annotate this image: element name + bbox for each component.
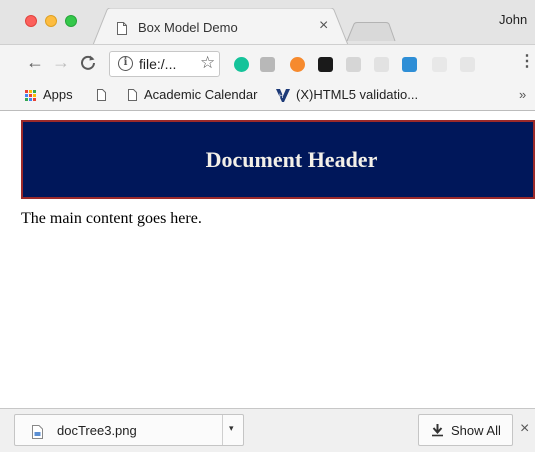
toolbar: ← → i file:/... ☆ ⋮: [0, 44, 535, 81]
download-icon: [432, 424, 443, 437]
address-bar[interactable]: i file:/... ☆: [109, 51, 220, 77]
show-all-button[interactable]: Show All: [418, 414, 513, 446]
grammarly-icon[interactable]: [234, 57, 249, 72]
blue-extension-icon[interactable]: [402, 57, 417, 72]
window-minimize-button[interactable]: [45, 15, 57, 27]
close-icon[interactable]: ×: [520, 421, 529, 437]
page-icon: [97, 89, 106, 101]
es-extension-icon[interactable]: [460, 57, 475, 72]
chevron-down-icon[interactable]: ▾: [229, 423, 234, 434]
url-text[interactable]: file:/...: [139, 56, 176, 72]
back-arrow-icon[interactable]: ←: [26, 53, 44, 71]
menu-icon[interactable]: ⋮: [519, 54, 535, 70]
star-icon[interactable]: ☆: [200, 54, 215, 72]
title-bar: Box Model Demo × John: [0, 0, 535, 45]
image-file-icon: [32, 425, 43, 439]
tab-box-model-demo[interactable]: Box Model Demo ×: [93, 8, 348, 45]
tab-close-icon[interactable]: ×: [319, 18, 328, 34]
puzzle-extension-icon[interactable]: [374, 57, 389, 72]
forward-arrow-icon[interactable]: →: [52, 53, 70, 71]
vimeo-icon[interactable]: [318, 57, 333, 72]
bookmarks-bar: Apps Academic Calendar H (X)HTML5 valida…: [0, 81, 535, 111]
window-maximize-button[interactable]: [65, 15, 77, 27]
bookmark-apps[interactable]: Apps: [43, 87, 73, 102]
validator-logo-icon: H: [276, 89, 290, 102]
new-tab-button[interactable]: [346, 22, 396, 42]
page-icon: [128, 89, 137, 101]
download-file-name[interactable]: docTree3.png: [57, 423, 137, 438]
page-viewport: Document Header The main content goes he…: [0, 112, 535, 409]
main-content-text: The main content goes here.: [21, 210, 202, 227]
wifi-extension-icon[interactable]: [432, 57, 447, 72]
bookmarks-overflow-icon[interactable]: »: [519, 87, 526, 102]
profile-name[interactable]: John: [499, 12, 527, 27]
download-item[interactable]: docTree3.png ▾: [14, 414, 244, 446]
orange-extension-icon[interactable]: [290, 57, 305, 72]
download-shelf: docTree3.png ▾ Show All ×: [0, 408, 535, 452]
tab-title: Box Model Demo: [138, 20, 238, 35]
window-close-button[interactable]: [25, 15, 37, 27]
info-icon[interactable]: i: [118, 56, 133, 71]
document-header-title: Document Header: [205, 146, 378, 172]
bookmark-html5-validator[interactable]: (X)HTML5 validatio...: [296, 87, 418, 102]
show-all-label: Show All: [451, 423, 501, 438]
reload-icon[interactable]: [80, 54, 96, 70]
document-header: Document Header: [21, 120, 535, 199]
page-icon: [117, 22, 127, 35]
extension-gray-icon[interactable]: [260, 57, 275, 72]
apps-grid-icon[interactable]: [25, 90, 37, 102]
extension-gray-icon-2[interactable]: [346, 57, 361, 72]
bookmark-academic-calendar[interactable]: Academic Calendar: [144, 87, 257, 102]
svg-text:H: H: [279, 93, 284, 100]
download-divider: [222, 415, 223, 445]
